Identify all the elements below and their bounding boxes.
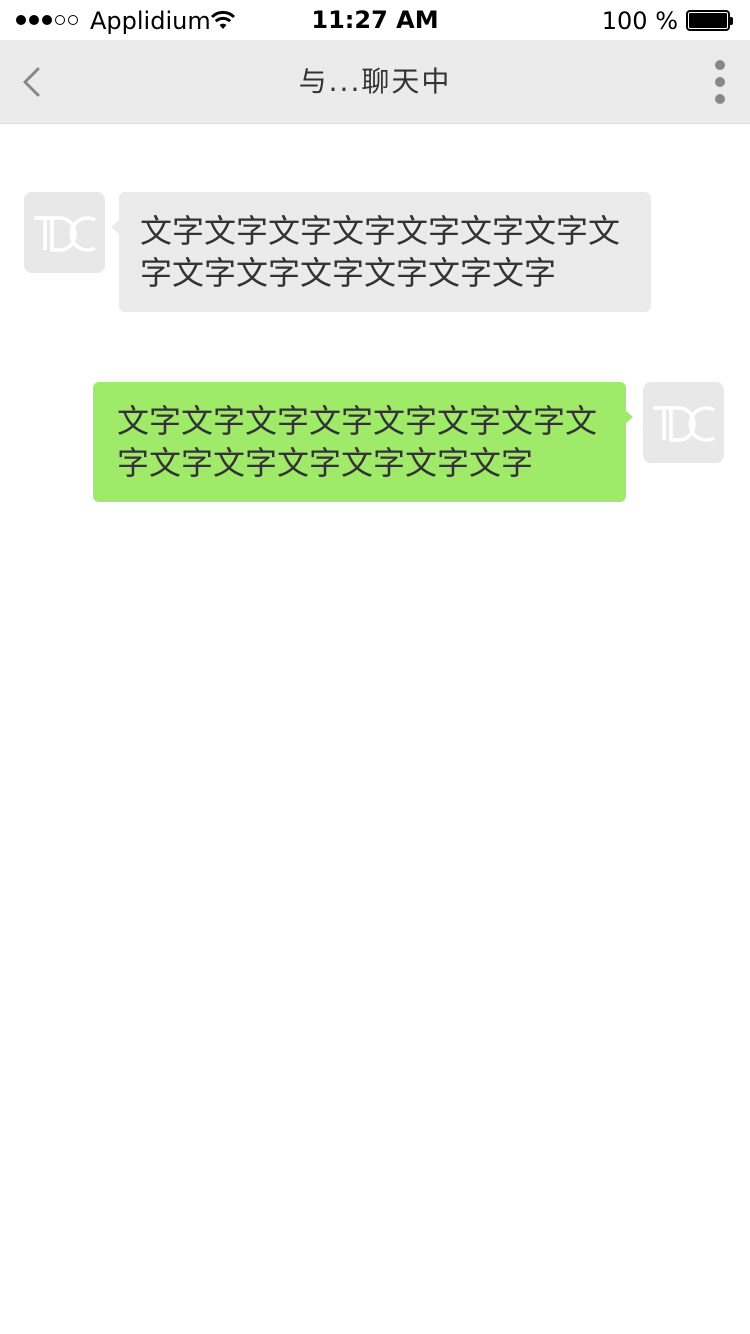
battery-percentage: 100 % — [601, 7, 678, 35]
message-text: 文字文字文字文字文字文字文字文字文字文字文字文字文字文字 — [117, 402, 598, 482]
chat-area[interactable]: 文字文字文字文字文字文字文字文字文字文字文字文字文字文字 文字文字文字文字文字文… — [0, 124, 750, 1334]
message-bubble-received[interactable]: 文字文字文字文字文字文字文字文字文字文字文字文字文字文字 — [119, 192, 651, 312]
message-bubble-sent[interactable]: 文字文字文字文字文字文字文字文字文字文字文字文字文字文字 — [93, 382, 626, 502]
more-options-button[interactable] — [704, 58, 736, 106]
more-vertical-icon — [715, 60, 725, 70]
bubble-tail — [625, 410, 633, 424]
back-button[interactable] — [14, 60, 54, 104]
bubble-tail — [111, 220, 119, 234]
message-text: 文字文字文字文字文字文字文字文字文字文字文字文字文字文字 — [140, 212, 621, 292]
user-avatar[interactable] — [643, 382, 724, 463]
status-bar: Applidium 11:27 AM 100 % — [0, 0, 750, 40]
tdc-logo-icon — [34, 216, 96, 252]
chevron-left-icon — [23, 67, 40, 97]
tdc-logo-icon — [653, 406, 715, 442]
page-title: 与...聊天中 — [298, 65, 452, 98]
contact-avatar[interactable] — [24, 192, 105, 273]
battery-icon — [686, 10, 734, 31]
nav-bar: 与...聊天中 — [0, 40, 750, 124]
